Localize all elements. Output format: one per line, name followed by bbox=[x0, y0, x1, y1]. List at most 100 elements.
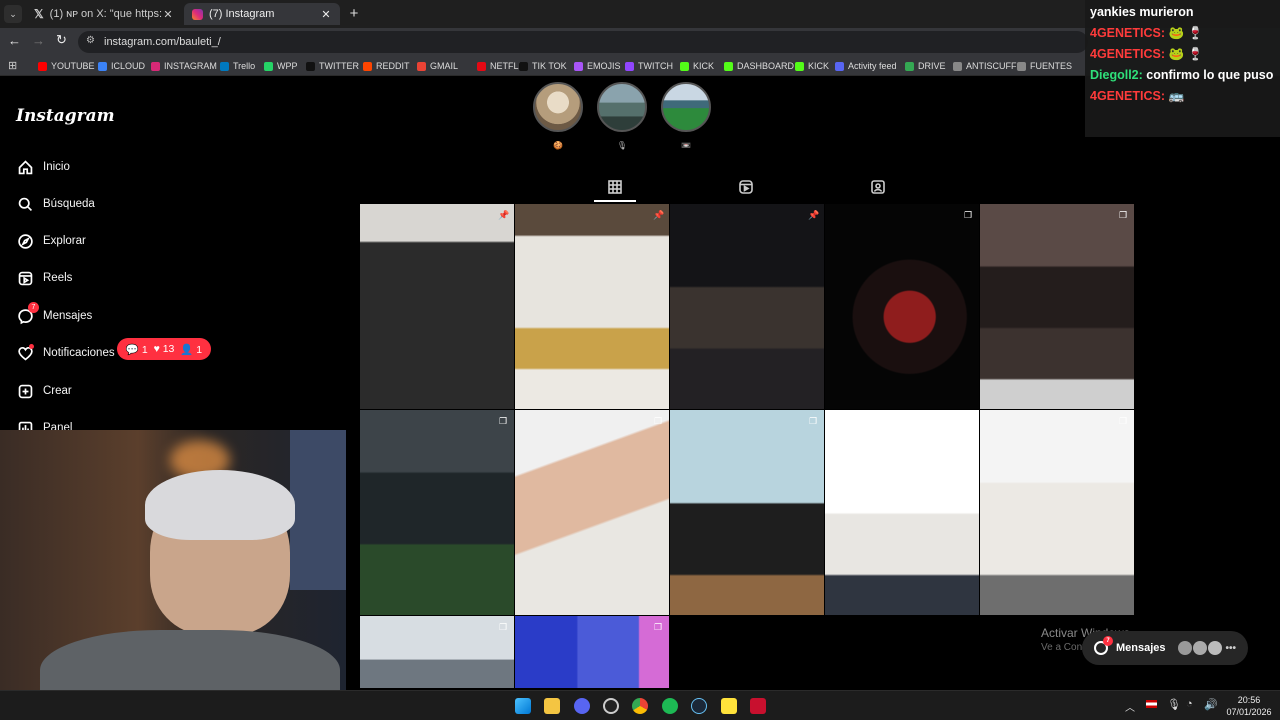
messages-label: Mensajes bbox=[1116, 642, 1166, 654]
post-tile[interactable]: ❐ bbox=[360, 410, 514, 615]
bookmark-label: Activity feed bbox=[848, 61, 897, 71]
carousel-icon: ❐ bbox=[808, 416, 818, 426]
bookmark-fuentes[interactable]: FUENTES bbox=[1017, 59, 1072, 73]
apps-icon[interactable]: ⊞ bbox=[8, 59, 17, 72]
bookmark-activity-feed[interactable]: Activity feed bbox=[835, 59, 897, 73]
bookmark-icon bbox=[680, 61, 689, 71]
tray-chevron-icon[interactable]: ︿ bbox=[1125, 699, 1135, 714]
notification-dot bbox=[29, 344, 34, 349]
post-tile[interactable]: ❐ bbox=[360, 616, 514, 688]
bookmark-reddit[interactable]: REDDIT bbox=[363, 59, 410, 73]
bookmark-youtube[interactable]: YOUTUBE bbox=[38, 59, 95, 73]
sidebar-item-label: Búsqueda bbox=[43, 198, 95, 210]
avatar bbox=[1207, 641, 1222, 655]
post-tile[interactable]: ❐ bbox=[980, 204, 1134, 409]
bookmark-emojis[interactable]: EMOJIS bbox=[574, 59, 621, 73]
bookmark-icon bbox=[905, 61, 914, 71]
bookmark-label: YOUTUBE bbox=[51, 61, 95, 71]
avatar bbox=[1177, 641, 1192, 655]
carousel-icon: ❐ bbox=[1118, 210, 1128, 220]
address-bar[interactable]: ⚙ instagram.com/bauleti_/ bbox=[78, 31, 1088, 53]
new-tab-button[interactable]: + bbox=[346, 5, 362, 23]
bookmark-icon bbox=[477, 61, 486, 71]
bookmark-icon bbox=[795, 61, 804, 71]
bookmark-gmail[interactable]: GMAIL bbox=[417, 59, 458, 73]
notification-pill[interactable]: 💬 1 ♥ 13 👤 1 bbox=[117, 338, 211, 360]
carousel-icon: ❐ bbox=[498, 622, 508, 632]
forward-icon[interactable]: → bbox=[32, 33, 45, 48]
post-tile[interactable]: ❐ bbox=[515, 410, 669, 615]
instagram-logo[interactable]: Instagram bbox=[16, 106, 115, 126]
bookmark-twitter[interactable]: TWITTER bbox=[306, 59, 359, 73]
reels-icon[interactable] bbox=[739, 180, 753, 194]
tab-search-button[interactable]: ⌄ bbox=[4, 5, 22, 23]
post-tile[interactable]: 📌 bbox=[670, 204, 824, 409]
grid-icon[interactable] bbox=[608, 180, 622, 194]
bookmark-label: DRIVE bbox=[918, 61, 946, 71]
chat-message: 4GENETICS: 🐸 🍷 bbox=[1090, 44, 1275, 65]
post-tile[interactable]: ❐ bbox=[515, 616, 669, 688]
more-icon[interactable]: ••• bbox=[1226, 643, 1237, 654]
file-explorer-icon[interactable] bbox=[544, 698, 560, 714]
carousel-icon: ❐ bbox=[963, 416, 973, 426]
browser-tab-instagram[interactable]: (7) Instagram ✕ bbox=[184, 3, 340, 25]
bookmark-kick[interactable]: KICK bbox=[680, 59, 714, 73]
sidebar-item-notificaciones[interactable]: Notificaciones bbox=[16, 343, 115, 363]
highlight-1[interactable] bbox=[533, 82, 583, 132]
bookmark-icloud[interactable]: ICLOUD bbox=[98, 59, 145, 73]
highlight-3[interactable] bbox=[661, 82, 711, 132]
post-tile[interactable]: ❐ bbox=[825, 204, 979, 409]
browser-tab-x[interactable]: 𝕏 (1) ɴᴘ on X: "que https://t.co/if ✕ bbox=[26, 3, 182, 25]
bookmark-twitch[interactable]: TWITCH bbox=[625, 59, 673, 73]
chat-username: 4GENETICS: bbox=[1090, 47, 1166, 61]
close-icon[interactable]: ✕ bbox=[320, 8, 332, 21]
bookmark-dashboard[interactable]: DASHBOARD bbox=[724, 59, 794, 73]
chat-username: Diegoll2: bbox=[1090, 68, 1143, 82]
carousel-icon: ❐ bbox=[653, 622, 663, 632]
post-tile[interactable]: 📌 bbox=[515, 204, 669, 409]
bookmark-drive[interactable]: DRIVE bbox=[905, 59, 946, 73]
site-info-icon[interactable]: ⚙ bbox=[86, 35, 95, 46]
bookmark-trello[interactable]: Trello bbox=[220, 59, 255, 73]
bookmark-kick[interactable]: KICK bbox=[795, 59, 829, 73]
microphone-icon[interactable]: 🎙 bbox=[1167, 698, 1181, 711]
clock[interactable]: 20:56 07/01/2026 bbox=[1224, 694, 1274, 718]
sidebar-item-explorar[interactable]: Explorar bbox=[16, 231, 86, 251]
post-tile[interactable]: ❐ bbox=[980, 410, 1134, 615]
webcam-overlay bbox=[0, 430, 346, 720]
bookmark-wpp[interactable]: WPP bbox=[264, 59, 298, 73]
highlight-2[interactable] bbox=[597, 82, 647, 132]
sidebar-item-reels[interactable]: Reels bbox=[16, 268, 72, 288]
wifi-icon[interactable]: ◔ bbox=[1186, 698, 1193, 710]
post-tile[interactable]: ❐ bbox=[670, 410, 824, 615]
avatar bbox=[1192, 641, 1207, 655]
spotify-icon[interactable] bbox=[662, 698, 678, 714]
discord-icon[interactable] bbox=[574, 698, 590, 714]
reels-icon bbox=[16, 269, 34, 287]
follow-count: 👤 1 bbox=[180, 343, 203, 356]
bookmark-tik-tok[interactable]: TIK TOK bbox=[519, 59, 567, 73]
sidebar-item-crear[interactable]: Crear bbox=[16, 381, 72, 401]
tagged-icon[interactable] bbox=[871, 180, 885, 194]
sidebar-item-label: Reels bbox=[43, 272, 73, 284]
floating-messages-button[interactable]: 7 Mensajes ••• bbox=[1082, 631, 1248, 665]
windows-start-icon[interactable] bbox=[515, 698, 531, 714]
bookmark-antiscuff[interactable]: ANTISCUFF bbox=[953, 59, 1017, 73]
sidebar-item-inicio[interactable]: Inicio bbox=[16, 157, 70, 177]
close-icon[interactable]: ✕ bbox=[162, 8, 174, 21]
post-tile[interactable]: 📌 bbox=[360, 204, 514, 409]
obs-icon[interactable] bbox=[603, 698, 619, 714]
post-tile[interactable]: ❐ bbox=[825, 410, 979, 615]
sticky-notes-icon[interactable] bbox=[721, 698, 737, 714]
tab-title: (7) Instagram bbox=[209, 8, 275, 20]
volume-icon[interactable]: 🔊 bbox=[1204, 698, 1218, 711]
app-icon[interactable] bbox=[750, 698, 766, 714]
sidebar-item-mensajes[interactable]: 7 Mensajes bbox=[16, 302, 92, 326]
sidebar-item-busqueda[interactable]: Búsqueda bbox=[16, 194, 95, 214]
bookmark-instagram[interactable]: INSTAGRAM bbox=[151, 59, 217, 73]
back-icon[interactable]: ← bbox=[8, 33, 21, 48]
reload-icon[interactable]: ↻ bbox=[56, 32, 67, 48]
home-icon bbox=[16, 158, 34, 176]
chrome-icon[interactable] bbox=[632, 698, 648, 714]
steam-icon[interactable] bbox=[691, 698, 707, 714]
